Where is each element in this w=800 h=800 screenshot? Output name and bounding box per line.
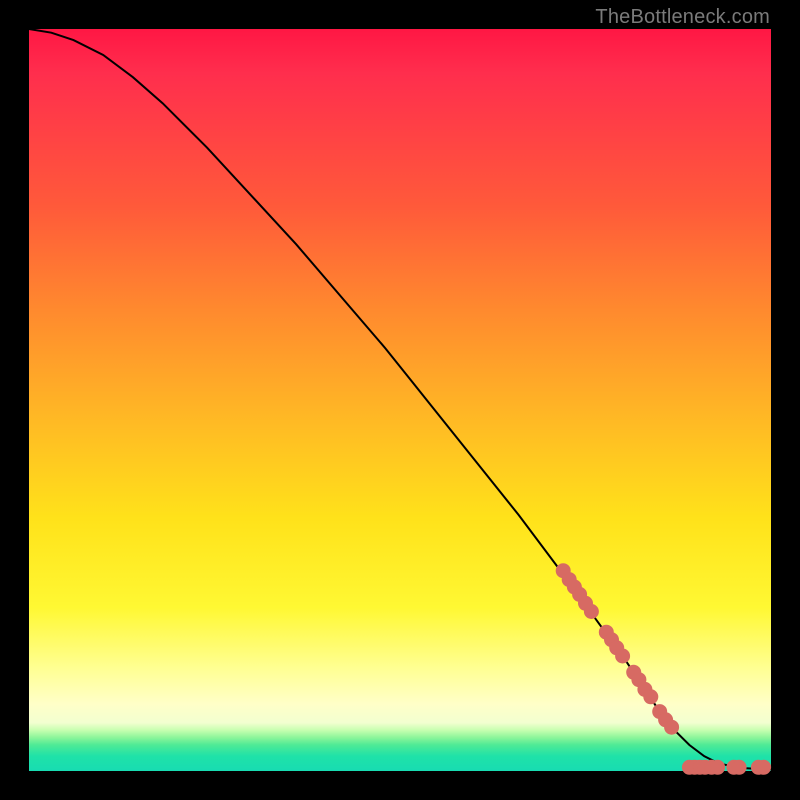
data-point bbox=[711, 760, 725, 774]
data-point bbox=[732, 760, 746, 774]
chart-frame: TheBottleneck.com bbox=[0, 0, 800, 800]
bottleneck-curve bbox=[29, 29, 771, 770]
data-point bbox=[616, 649, 630, 663]
data-point bbox=[757, 760, 771, 774]
chart-svg bbox=[29, 29, 771, 771]
data-point bbox=[644, 690, 658, 704]
plot-area bbox=[29, 29, 771, 771]
data-point bbox=[584, 605, 598, 619]
highlight-dots bbox=[556, 564, 770, 775]
data-point bbox=[665, 720, 679, 734]
watermark-label: TheBottleneck.com bbox=[595, 6, 770, 29]
